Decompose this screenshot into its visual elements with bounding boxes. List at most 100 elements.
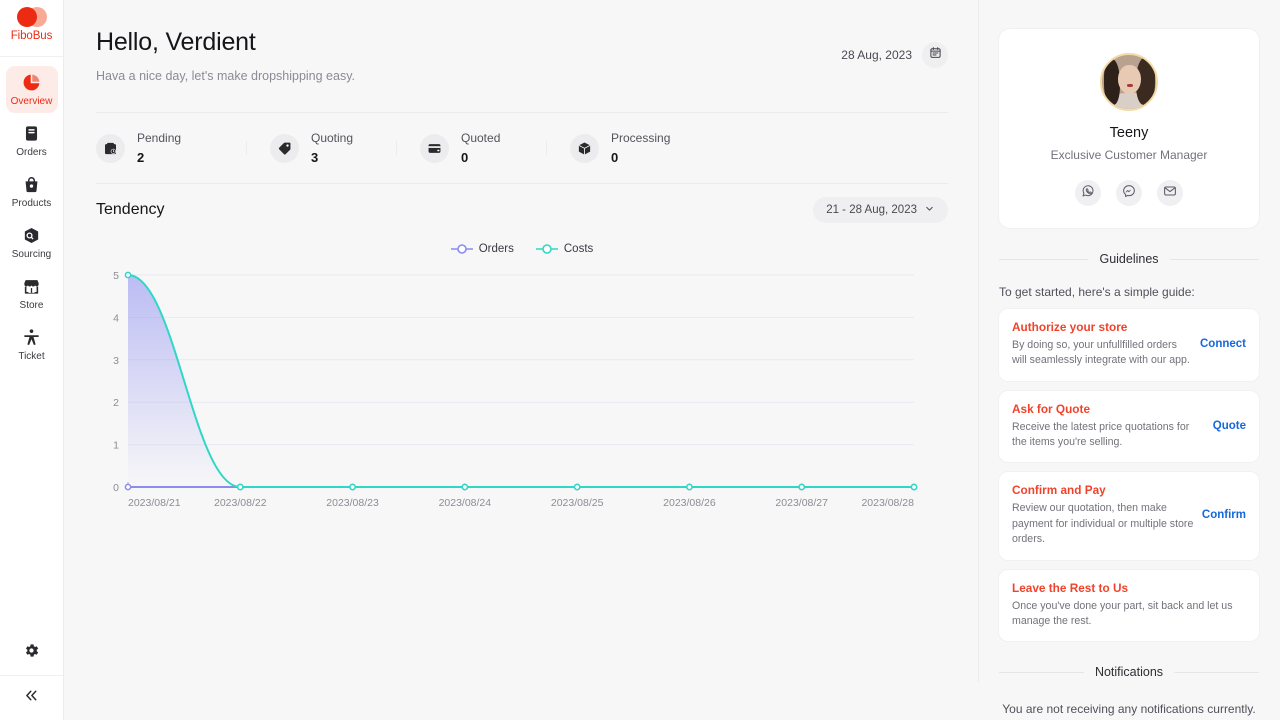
sidebar-item-label: Products — [12, 199, 51, 209]
sidebar-item-orders[interactable]: Orders — [6, 117, 58, 164]
current-date: 28 Aug, 2023 — [841, 48, 912, 62]
page-subtitle: Hava a nice day, let's make dropshipping… — [96, 69, 355, 83]
chevron-down-icon — [924, 203, 935, 217]
sidebar-item-ticket[interactable]: Ticket — [6, 321, 58, 368]
products-bag-icon — [22, 175, 41, 194]
sidebar-item-overview[interactable]: Overview — [6, 66, 58, 113]
ticket-person-icon — [22, 328, 41, 347]
brand-name: FiboBus — [11, 30, 53, 42]
svg-text:2: 2 — [113, 397, 119, 409]
stat-text: Processing 0 — [611, 131, 670, 165]
guideline-desc: Review our quotation, then make payment … — [1012, 501, 1194, 547]
settings-button[interactable] — [0, 630, 63, 676]
svg-text:2023/08/27: 2023/08/27 — [775, 497, 828, 509]
notifications-heading: Notifications — [1095, 665, 1163, 679]
stats-row: Pending 2 Quoting 3 — [96, 113, 948, 183]
guideline-card-authorize[interactable]: Authorize your store By doing so, your u… — [999, 309, 1259, 381]
stat-processing[interactable]: Processing 0 — [546, 131, 696, 165]
svg-text:3: 3 — [113, 355, 119, 367]
manager-role: Exclusive Customer Manager — [1051, 148, 1208, 162]
guideline-body: Authorize your store By doing so, your u… — [1012, 320, 1192, 369]
stat-quoted[interactable]: Quoted 0 — [396, 131, 546, 165]
legend-marker-costs-icon — [536, 243, 558, 255]
store-icon — [22, 277, 41, 296]
guideline-card-quote[interactable]: Ask for Quote Receive the latest price q… — [999, 391, 1259, 463]
clipboard-clock-icon — [96, 134, 125, 163]
pie-chart-icon — [22, 73, 41, 92]
whatsapp-icon — [1081, 184, 1095, 203]
connect-button[interactable]: Connect — [1200, 338, 1246, 350]
sidebar-nav: Overview Orders Products Sourcing — [0, 57, 63, 368]
guideline-body: Ask for Quote Receive the latest price q… — [1012, 402, 1205, 451]
sidebar-bottom — [0, 630, 63, 720]
sidebar-item-store[interactable]: Store — [6, 270, 58, 317]
svg-text:2023/08/21: 2023/08/21 — [128, 497, 181, 509]
manager-name: Teeny — [1110, 125, 1149, 141]
guideline-title: Leave the Rest to Us — [1012, 581, 1246, 595]
svg-text:1: 1 — [113, 440, 119, 452]
page-title: Hello, Verdient — [96, 28, 355, 57]
date-range-label: 21 - 28 Aug, 2023 — [826, 204, 917, 216]
chevron-double-left-icon — [23, 687, 40, 709]
stat-value: 3 — [311, 150, 353, 165]
whatsapp-button[interactable] — [1075, 180, 1101, 206]
stat-value: 0 — [461, 150, 500, 165]
email-button[interactable] — [1157, 180, 1183, 206]
collapse-sidebar-button[interactable] — [0, 676, 63, 720]
svg-text:2023/08/28: 2023/08/28 — [861, 497, 914, 509]
stat-quoting[interactable]: Quoting 3 — [246, 131, 396, 165]
guideline-card-confirm[interactable]: Confirm and Pay Review our quotation, th… — [999, 472, 1259, 559]
stat-pending[interactable]: Pending 2 — [96, 131, 246, 165]
sidebar-item-label: Orders — [16, 148, 47, 158]
sidebar-item-label: Store — [20, 301, 44, 311]
tendency-title: Tendency — [96, 201, 165, 219]
legend-label: Orders — [479, 243, 514, 255]
legend-marker-orders-icon — [451, 243, 473, 255]
quote-button[interactable]: Quote — [1213, 420, 1246, 432]
email-icon — [1163, 184, 1177, 203]
orders-document-icon — [22, 124, 41, 143]
messenger-icon — [1122, 184, 1136, 203]
date-range-selector[interactable]: 21 - 28 Aug, 2023 — [813, 197, 948, 223]
svg-text:5: 5 — [113, 270, 119, 282]
stat-text: Quoted 0 — [461, 131, 500, 165]
gear-icon — [23, 642, 40, 664]
page-header: Hello, Verdient Hava a nice day, let's m… — [96, 28, 948, 83]
stat-value: 2 — [137, 150, 181, 165]
brand-logo[interactable]: FiboBus — [0, 0, 63, 57]
legend-label: Costs — [564, 243, 593, 255]
sidebar-item-label: Ticket — [18, 352, 44, 362]
manager-contact-row — [1075, 180, 1183, 206]
stat-text: Quoting 3 — [311, 131, 353, 165]
svg-text:2023/08/23: 2023/08/23 — [326, 497, 379, 509]
svg-text:2023/08/26: 2023/08/26 — [663, 497, 716, 509]
guidelines-section-header: Guidelines — [999, 252, 1259, 266]
main-inner: Hello, Verdient Hava a nice day, let's m… — [96, 28, 948, 720]
stat-label: Pending — [137, 131, 181, 145]
tendency-chart[interactable]: 0123452023/08/212023/08/222023/08/232023… — [96, 265, 948, 515]
guideline-desc: Receive the latest price quotations for … — [1012, 420, 1205, 451]
confirm-button[interactable]: Confirm — [1202, 509, 1246, 521]
app-root: FiboBus Overview Orders Products — [0, 0, 1280, 720]
guideline-card-rest[interactable]: Leave the Rest to Us Once you've done yo… — [999, 570, 1259, 642]
legend-item-costs[interactable]: Costs — [536, 243, 593, 255]
credit-card-icon — [420, 134, 449, 163]
fibobus-logo-icon — [17, 7, 47, 29]
calendar-icon — [929, 46, 942, 64]
calendar-button[interactable] — [922, 42, 948, 68]
legend-item-orders[interactable]: Orders — [451, 243, 514, 255]
sidebar-item-products[interactable]: Products — [6, 168, 58, 215]
price-tag-icon — [270, 134, 299, 163]
messenger-button[interactable] — [1116, 180, 1142, 206]
date-display: 28 Aug, 2023 — [841, 42, 948, 68]
package-box-icon — [570, 134, 599, 163]
left-sidebar: FiboBus Overview Orders Products — [0, 0, 64, 720]
sidebar-item-sourcing[interactable]: Sourcing — [6, 219, 58, 266]
chart-canvas: 0123452023/08/212023/08/222023/08/232023… — [96, 265, 926, 515]
notifications-empty-text: You are not receiving any notifications … — [999, 702, 1259, 716]
notifications-section-header: Notifications — [999, 665, 1259, 679]
svg-text:2023/08/22: 2023/08/22 — [214, 497, 267, 509]
guideline-body: Leave the Rest to Us Once you've done yo… — [1012, 581, 1246, 630]
svg-text:2023/08/25: 2023/08/25 — [551, 497, 604, 509]
greeting-block: Hello, Verdient Hava a nice day, let's m… — [96, 28, 355, 83]
